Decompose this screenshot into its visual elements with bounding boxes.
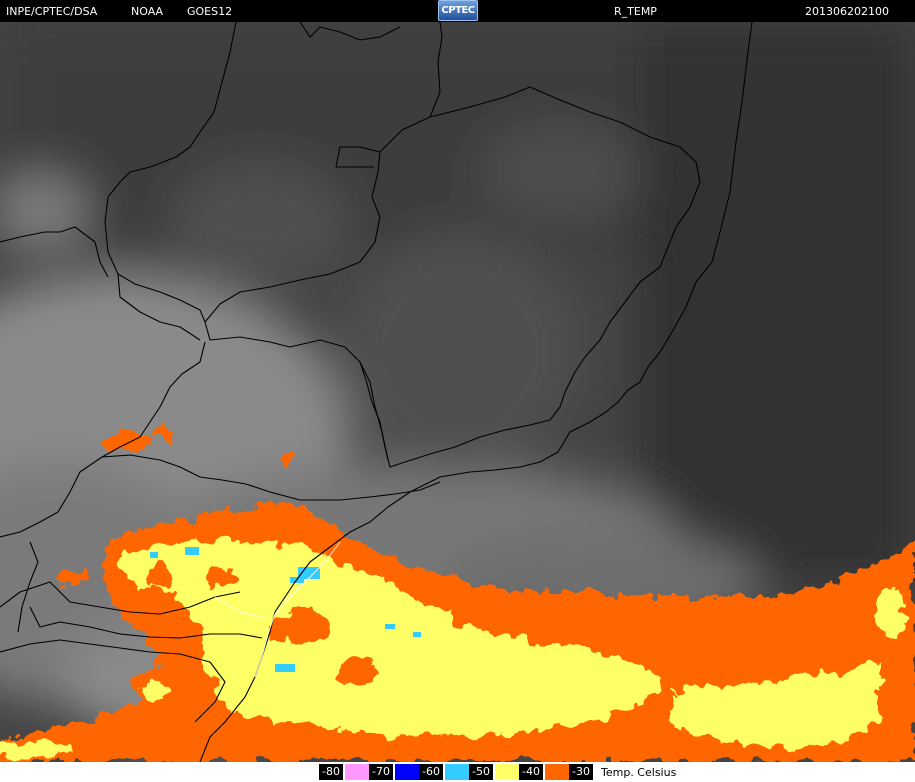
legend-item-minus-70: -70 <box>369 764 419 780</box>
temperature-legend: -80 -70 -60 -50 -40 -30 Temp. Celsius <box>0 762 915 782</box>
legend-swatch <box>345 764 369 780</box>
legend-unit-label: Temp. Celsius <box>601 766 677 779</box>
agency-label: NOAA <box>131 5 164 18</box>
legend-item-minus-50: -50 <box>469 764 519 780</box>
legend-label: -50 <box>469 764 493 780</box>
legend-item-minus-30: -30 <box>569 764 595 780</box>
legend-swatch <box>395 764 419 780</box>
legend-swatch <box>445 764 469 780</box>
cptec-logo: CPTEC <box>438 0 478 21</box>
satellite-map <box>0 22 915 762</box>
satellite-image-viewer: INPE/CPTEC/DSA NOAA GOES12 CPTEC R_TEMP … <box>0 0 915 782</box>
timestamp-label: 201306202100 <box>805 5 889 18</box>
satellite-label: GOES12 <box>187 5 233 18</box>
legend-item-minus-80: -80 <box>319 764 369 780</box>
legend-label: -60 <box>419 764 443 780</box>
legend-label: -30 <box>569 764 593 780</box>
legend-item-minus-60: -60 <box>419 764 469 780</box>
legend-label: -70 <box>369 764 393 780</box>
legend-swatch <box>545 764 569 780</box>
legend-label: -80 <box>319 764 343 780</box>
legend-item-minus-40: -40 <box>519 764 569 780</box>
logo-text: CPTEC <box>441 5 475 16</box>
header-bar: INPE/CPTEC/DSA NOAA GOES12 CPTEC R_TEMP … <box>0 0 915 22</box>
source-label: INPE/CPTEC/DSA <box>6 5 98 18</box>
product-label: R_TEMP <box>614 5 657 18</box>
legend-label: -40 <box>519 764 543 780</box>
legend-swatch <box>495 764 519 780</box>
